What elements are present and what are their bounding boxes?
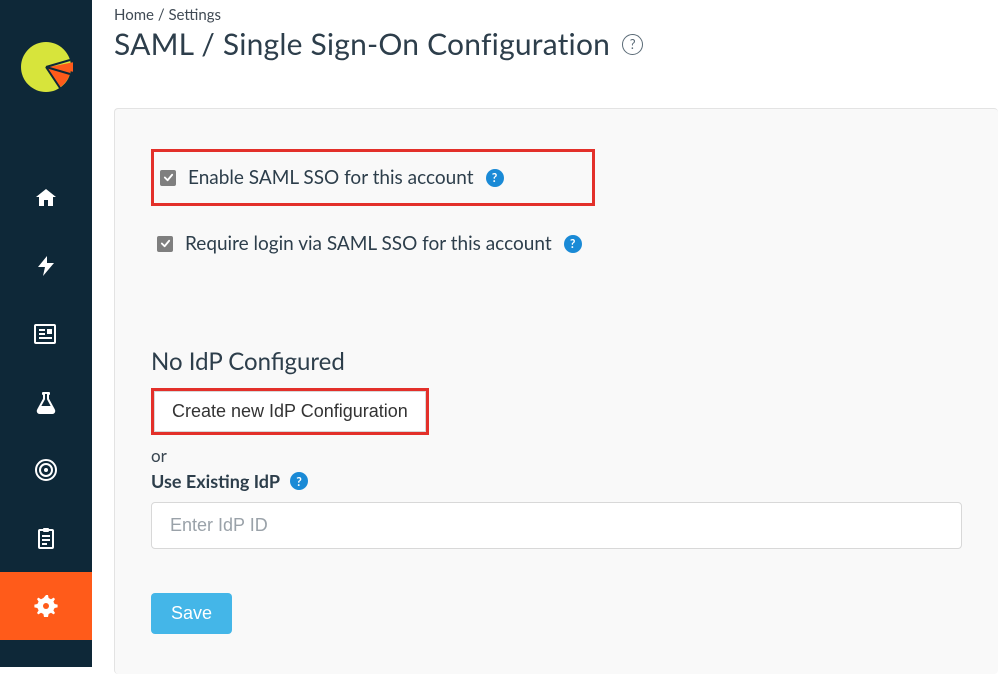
- nav-item-settings[interactable]: [0, 572, 92, 640]
- breadcrumb-home[interactable]: Home: [114, 6, 154, 24]
- breadcrumb-sep: /: [154, 6, 168, 24]
- nav-item-home[interactable]: [0, 164, 92, 232]
- saml-config-panel: Enable SAML SSO for this account Require…: [114, 108, 998, 674]
- page-title: SAML / Single Sign-On Configuration: [114, 26, 610, 62]
- require-saml-label: Require login via SAML SSO for this acco…: [185, 232, 552, 255]
- create-idp-button[interactable]: Create new IdP Configuration: [151, 388, 429, 435]
- nav-item-activity[interactable]: [0, 232, 92, 300]
- enable-saml-help-icon[interactable]: [486, 169, 504, 187]
- idp-id-input[interactable]: [151, 502, 962, 549]
- flask-icon: [34, 390, 58, 414]
- use-existing-help-icon[interactable]: [290, 472, 308, 490]
- enable-saml-row: Enable SAML SSO for this account: [151, 149, 595, 206]
- use-existing-row: Use Existing IdP: [151, 470, 962, 492]
- page-title-row: SAML / Single Sign-On Configuration: [114, 26, 998, 62]
- enable-saml-checkbox[interactable]: [160, 170, 176, 186]
- nav-item-labs[interactable]: [0, 368, 92, 436]
- nav-item-news[interactable]: [0, 300, 92, 368]
- newspaper-icon: [33, 321, 59, 347]
- breadcrumb: Home / Settings: [114, 6, 998, 24]
- sidebar: [0, 0, 92, 667]
- main-content: Home / Settings SAML / Single Sign-On Co…: [92, 0, 998, 667]
- require-saml-checkbox[interactable]: [157, 236, 173, 252]
- require-saml-help-icon[interactable]: [564, 235, 582, 253]
- gear-icon: [33, 593, 59, 619]
- breadcrumb-settings[interactable]: Settings: [168, 6, 221, 24]
- clipboard-icon: [34, 526, 58, 550]
- or-text: or: [151, 445, 962, 466]
- app-logo: [19, 40, 73, 94]
- check-icon: [160, 238, 171, 249]
- enable-saml-label: Enable SAML SSO for this account: [188, 166, 474, 189]
- target-icon: [33, 457, 59, 483]
- page-title-help-icon[interactable]: [622, 34, 643, 55]
- nav-item-target[interactable]: [0, 436, 92, 504]
- no-idp-heading: No IdP Configured: [151, 347, 962, 376]
- require-saml-row: Require login via SAML SSO for this acco…: [151, 232, 962, 255]
- save-button[interactable]: Save: [151, 593, 232, 634]
- nav-item-clipboard[interactable]: [0, 504, 92, 572]
- lightning-icon: [34, 254, 58, 278]
- check-icon: [163, 172, 174, 183]
- home-icon: [34, 186, 58, 210]
- use-existing-label: Use Existing IdP: [151, 470, 280, 492]
